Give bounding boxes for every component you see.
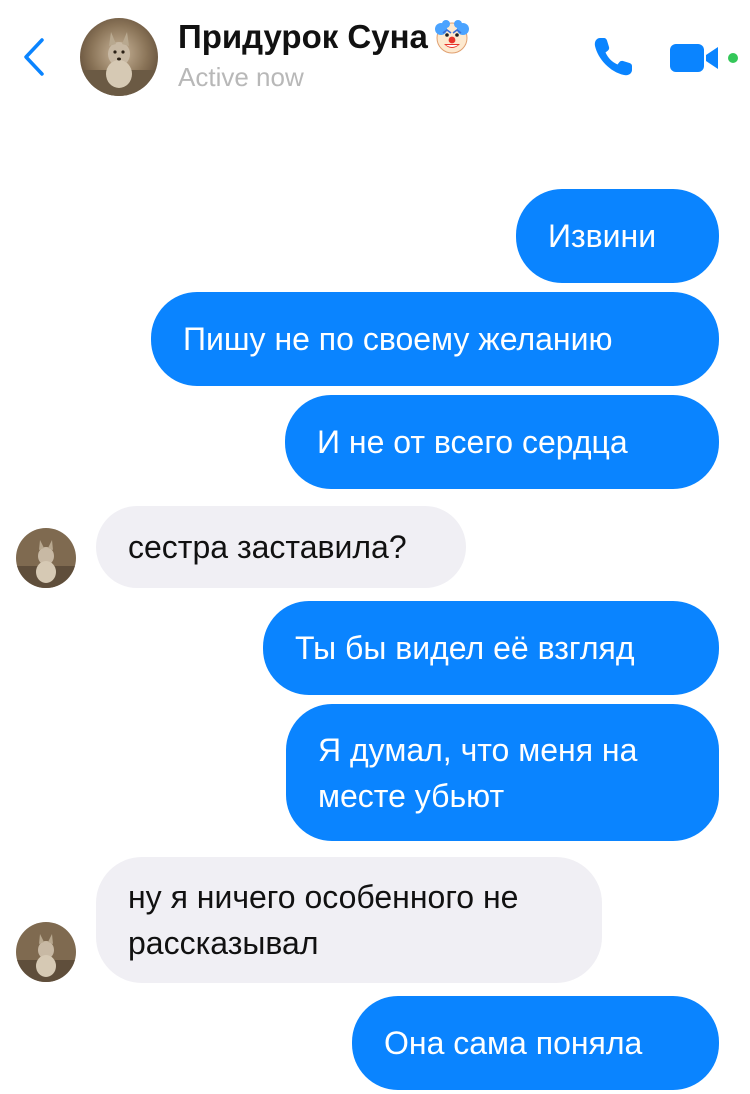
message-bubble-outgoing[interactable]: И не от всего сердца [285,395,719,489]
message-bubble-outgoing[interactable]: Она сама поняла [352,996,719,1090]
contact-avatar[interactable] [80,18,158,96]
contact-avatar-small[interactable] [16,528,76,588]
message-bubble-outgoing[interactable]: Ты бы видел её взгляд [263,601,719,695]
contact-name-text: Придурок Суна [178,18,428,55]
video-camera-icon [670,44,738,72]
message-text: сестра заставила? [128,529,407,565]
clown-face-icon [434,20,469,54]
contact-info[interactable]: Придурок Суна Active now [178,16,472,94]
contact-avatar-small[interactable] [16,922,76,982]
message-text: Я думал, что меня на месте убьют [318,731,638,814]
chat-header: Придурок Суна Active now [0,0,750,120]
message-text: И не от всего сердца [317,424,628,460]
message-text: Извини [548,218,657,254]
message-text: Ты бы видел её взгляд [295,630,635,666]
message-bubble-outgoing[interactable]: Я думал, что меня на месте убьют [286,704,719,841]
message-text: Она сама поняла [384,1025,643,1061]
phone-icon [594,38,632,76]
message-bubble-outgoing[interactable]: Извини [516,189,719,283]
online-dot [728,53,738,63]
message-bubble-incoming[interactable]: ну я ничего особенного не рассказывал [96,857,602,983]
voice-call-button[interactable] [588,32,638,82]
back-button[interactable] [14,34,54,80]
message-text: Пишу не по своему желанию [183,321,613,357]
video-call-button[interactable] [666,36,744,80]
message-bubble-outgoing[interactable]: Пишу не по своему желанию [151,292,719,386]
chevron-left-icon [24,38,44,76]
message-bubble-incoming[interactable]: сестра заставила? [96,506,466,588]
contact-name: Придурок Суна [178,16,472,58]
active-status: Active now [178,62,304,92]
message-text: ну я ничего особенного не рассказывал [128,879,519,961]
